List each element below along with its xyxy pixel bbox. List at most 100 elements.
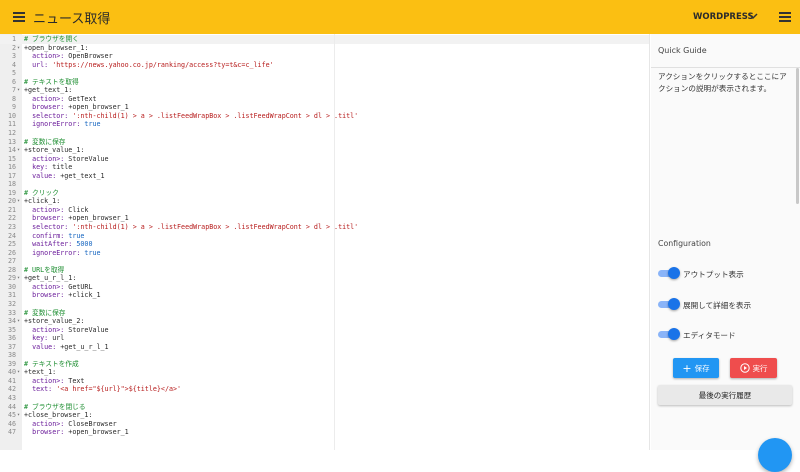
fold-arrow-icon[interactable]: ▾ xyxy=(17,411,20,420)
code-line[interactable]: 32 xyxy=(0,300,649,309)
platform-selector[interactable]: WORDPRESS xyxy=(693,12,754,22)
code-editor[interactable]: 1 # ブラウザを開く 2 ▾ +open_browser_1: 3 action>: O… xyxy=(0,34,650,450)
code-line[interactable]: 6 # テキストを取得 xyxy=(0,77,649,87)
menu-icon[interactable] xyxy=(773,5,797,29)
code-line[interactable]: 20 ▾ +click_1: xyxy=(0,197,649,206)
code-text: selector: ':nth-child(1) > a > .listFeed… xyxy=(24,223,358,232)
floating-action-button[interactable] xyxy=(758,438,792,472)
fold-arrow-icon[interactable]: ▾ xyxy=(17,86,20,95)
line-number: 7 xyxy=(11,86,16,95)
code-text: +click_1: xyxy=(24,197,60,206)
code-line[interactable]: 9 browser: +open_browser_1 xyxy=(0,103,649,112)
code-token: # テキストを作成 xyxy=(24,359,79,368)
fold-arrow-icon[interactable]: ▾ xyxy=(17,368,20,377)
code-line[interactable]: 25 waitAfter: 5000 xyxy=(0,240,649,249)
code-line[interactable]: 17 value: +get_text_1 xyxy=(0,172,649,181)
fold-arrow-icon[interactable]: ▾ xyxy=(17,317,20,326)
code-line[interactable]: 3 action>: OpenBrowser xyxy=(0,52,649,61)
code-line[interactable]: 46 action>: CloseBrowser xyxy=(0,420,649,429)
code-line[interactable]: 38 xyxy=(0,351,649,360)
code-line[interactable]: 44 # ブラウザを閉じる xyxy=(0,403,649,412)
code-line[interactable]: 10 selector: ':nth-child(1) > a > .listF… xyxy=(0,112,649,121)
code-line[interactable]: 12 xyxy=(0,129,649,138)
save-button[interactable]: + 保存 xyxy=(673,358,719,378)
line-number: 36 xyxy=(7,334,16,343)
editor-mode-toggle[interactable] xyxy=(658,328,680,340)
code-line[interactable]: 24 confirm: true xyxy=(0,232,649,241)
code-line[interactable]: 47 browser: +open_browser_1 xyxy=(0,428,649,437)
line-number: 26 xyxy=(7,248,16,257)
code-text: value: +get_u_r_l_1 xyxy=(24,343,109,352)
code-line[interactable]: 28 # URLを取得 xyxy=(0,265,649,275)
code-token: key: xyxy=(32,163,49,172)
code-line[interactable]: 7 ▾ +get_text_1: xyxy=(0,86,649,95)
code-line[interactable]: 22 browser: +open_browser_1 xyxy=(0,214,649,223)
code-line[interactable]: 33 # 変数に保存 xyxy=(0,309,649,318)
code-token: 'https://news.yahoo.co.jp/ranking/access… xyxy=(52,60,274,69)
code-text: browser: +click_1 xyxy=(24,291,100,300)
code-line[interactable]: 36 key: url xyxy=(0,334,649,343)
code-line[interactable]: 18 xyxy=(0,180,649,189)
code-token: browser: xyxy=(32,103,65,112)
code-text: action>: StoreValue xyxy=(24,326,109,335)
code-line[interactable]: 11 ignoreError: true xyxy=(0,120,649,129)
code-line[interactable]: 30 action>: GetURL xyxy=(0,283,649,292)
code-line[interactable]: 31 browser: +click_1 xyxy=(0,291,649,300)
last-run-history-button[interactable]: 最後の実行履歴 xyxy=(658,385,792,405)
scrollbar[interactable] xyxy=(796,68,799,204)
code-token: # URLを取得 xyxy=(24,265,65,274)
code-line[interactable]: 19 # クリック xyxy=(0,189,649,198)
code-line[interactable]: 34 ▾ +store_value_2: xyxy=(0,317,649,326)
code-line[interactable]: 1 # ブラウザを開く xyxy=(0,35,649,44)
toggle-label-editor: エディタモード xyxy=(683,331,736,340)
code-line[interactable]: 40 ▾ +text_1: xyxy=(0,368,649,377)
code-line[interactable]: 21 action>: Click xyxy=(0,206,649,215)
code-text: action>: Click xyxy=(24,206,88,215)
menu-icon[interactable] xyxy=(7,5,31,29)
code-line[interactable]: 39 # テキストを作成 xyxy=(0,359,649,369)
line-number: 1 xyxy=(11,35,16,43)
fold-arrow-icon[interactable]: ▾ xyxy=(17,146,20,155)
code-line[interactable]: 45 ▾ +close_browser_1: xyxy=(0,411,649,420)
code-line[interactable]: 2 ▾ +open_browser_1: xyxy=(0,44,649,53)
line-number: 6 xyxy=(11,77,16,86)
code-line[interactable]: 4 url: 'https://news.yahoo.co.jp/ranking… xyxy=(0,60,649,70)
code-text: selector: ':nth-child(1) > a > .listFeed… xyxy=(24,112,358,121)
code-line[interactable]: 26 ignoreError: true xyxy=(0,248,649,258)
code-line[interactable]: 8 action>: GetText xyxy=(0,95,649,104)
code-line[interactable]: 16 key: title xyxy=(0,163,649,172)
code-line[interactable]: 14 ▾ +store_value_1: xyxy=(0,146,649,155)
run-button[interactable]: 実行 xyxy=(730,358,777,378)
code-line[interactable]: 43 xyxy=(0,394,649,403)
fold-arrow-icon[interactable]: ▾ xyxy=(17,197,20,206)
code-line[interactable]: 15 action>: StoreValue xyxy=(0,154,649,164)
code-text: # 変数に保存 xyxy=(24,309,66,318)
code-line[interactable]: 35 action>: StoreValue xyxy=(0,326,649,335)
code-line[interactable]: 37 value: +get_u_r_l_1 xyxy=(0,343,649,352)
quick-guide-text: アクションをクリックするとここにアクションの説明が表示されます。 xyxy=(658,72,787,93)
expand-detail-toggle[interactable] xyxy=(658,298,680,310)
code-token: StoreValue xyxy=(64,154,109,163)
code-token: +click_1: xyxy=(24,197,61,206)
code-line[interactable]: 41 action>: Text xyxy=(0,377,649,386)
code-line[interactable]: 42 text: '<a href="${url}">${title}</a>' xyxy=(0,385,649,394)
code-line[interactable]: 23 selector: ':nth-child(1) > a > .listF… xyxy=(0,223,649,232)
code-token: +text_1: xyxy=(24,368,57,377)
fold-arrow-icon[interactable]: ▾ xyxy=(17,274,20,283)
code-content[interactable]: 1 # ブラウザを開く 2 ▾ +open_browser_1: 3 action>: O… xyxy=(0,35,649,437)
code-line[interactable]: 13 # 変数に保存 xyxy=(0,138,649,147)
code-line[interactable]: 27 xyxy=(0,257,649,266)
line-number: 40 xyxy=(7,368,16,377)
fold-arrow-icon[interactable]: ▾ xyxy=(17,44,20,53)
code-line[interactable]: 29 ▾ +get_u_r_l_1: xyxy=(0,274,649,283)
chevron-down-icon[interactable] xyxy=(748,11,758,21)
code-line[interactable]: 5 xyxy=(0,69,649,78)
line-number: 47 xyxy=(7,428,16,437)
code-token: +store_value_2: xyxy=(24,317,85,326)
code-token: true xyxy=(84,120,101,129)
output-toggle[interactable] xyxy=(658,267,680,279)
